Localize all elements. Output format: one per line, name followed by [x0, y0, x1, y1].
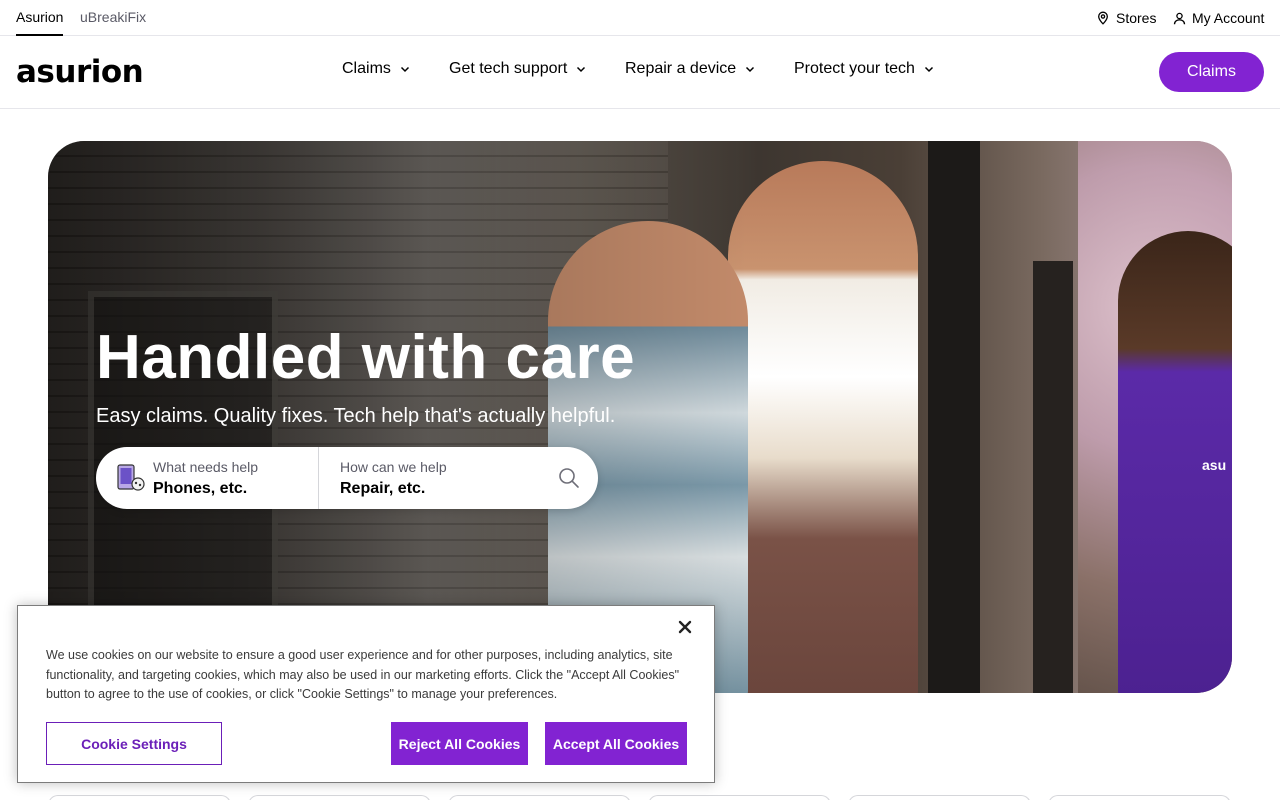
chevron-down-icon [924, 66, 933, 73]
help-selector[interactable]: How can we help Repair, etc. [320, 447, 598, 509]
stores-link[interactable]: Stores [1096, 0, 1156, 36]
technician-shirt-logo: asu [1202, 457, 1227, 473]
nav-get-tech-support-label: Get tech support [449, 60, 568, 77]
hero-porch-column [1033, 261, 1073, 693]
hero-title: Handled with care [96, 323, 636, 392]
page: Asurion uBreakiFix Stores My Account asu… [0, 0, 1280, 800]
tab-asurion[interactable]: Asurion [16, 0, 64, 36]
hero-porch-post [928, 141, 980, 693]
nav-protect-your-tech[interactable]: Protect your tech [794, 60, 935, 78]
category-card[interactable] [48, 795, 231, 800]
utility-bar: Asurion uBreakiFix Stores My Account [0, 0, 1280, 36]
asurion-logo[interactable]: asurion [16, 54, 144, 90]
category-card[interactable] [448, 795, 631, 800]
close-cookie-banner-button[interactable] [674, 616, 696, 638]
device-selector[interactable]: What needs help Phones, etc. [96, 447, 319, 509]
reject-all-cookies-button[interactable]: Reject All Cookies [391, 722, 528, 765]
devices-icon [117, 464, 145, 491]
category-card[interactable] [648, 795, 831, 800]
device-selector-label: What needs help [153, 459, 259, 475]
search-icon[interactable] [558, 467, 580, 489]
category-card[interactable] [848, 795, 1031, 800]
category-card[interactable] [248, 795, 431, 800]
cookie-consent-text: We use cookies on our website to ensure … [46, 648, 680, 701]
user-icon [1173, 12, 1186, 24]
claims-button[interactable]: Claims [1159, 52, 1264, 92]
main-header: asurion Claims Get tech support Repair a… [0, 36, 1280, 109]
nav-repair-a-device-label: Repair a device [625, 60, 737, 77]
accept-all-cookies-button[interactable]: Accept All Cookies [545, 722, 687, 765]
nav-get-tech-support[interactable]: Get tech support [449, 60, 587, 78]
nav-repair-a-device[interactable]: Repair a device [625, 60, 756, 78]
cookie-settings-button[interactable]: Cookie Settings [46, 722, 222, 765]
cookie-banner: We use cookies on our website to ensure … [17, 605, 715, 783]
chevron-down-icon [577, 66, 586, 73]
chevron-down-icon [400, 66, 409, 73]
category-card[interactable] [1048, 795, 1231, 800]
hero-person-woman [728, 161, 918, 693]
my-account-label: My Account [1192, 10, 1265, 26]
my-account-link[interactable]: My Account [1173, 0, 1264, 36]
hero-search-bar: What needs help Phones, etc. How can we … [96, 447, 598, 509]
help-selector-value: Repair, etc. [340, 480, 426, 497]
stores-label: Stores [1116, 10, 1157, 26]
tab-ubreakifix[interactable]: uBreakiFix [80, 0, 146, 36]
nav-claims[interactable]: Claims [342, 60, 411, 78]
device-selector-value: Phones, etc. [153, 480, 248, 497]
location-pin-icon [1098, 11, 1108, 25]
hero-subtitle: Easy claims. Quality fixes. Tech help th… [96, 405, 616, 427]
help-selector-label: How can we help [340, 459, 447, 475]
chevron-down-icon [746, 66, 755, 73]
nav-protect-your-tech-label: Protect your tech [794, 60, 915, 77]
close-icon [678, 620, 692, 634]
nav-claims-label: Claims [342, 60, 391, 77]
